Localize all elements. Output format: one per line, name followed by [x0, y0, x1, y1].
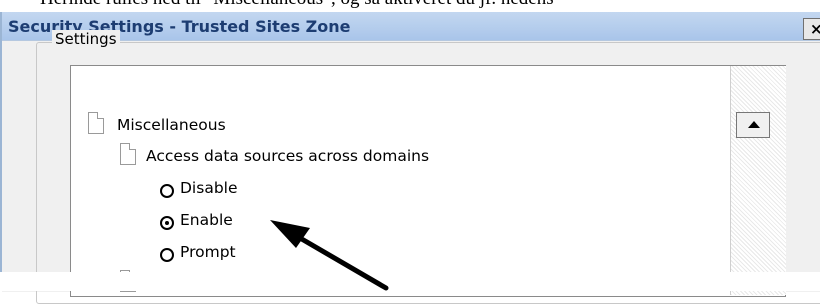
annotation-arrow	[270, 220, 389, 291]
